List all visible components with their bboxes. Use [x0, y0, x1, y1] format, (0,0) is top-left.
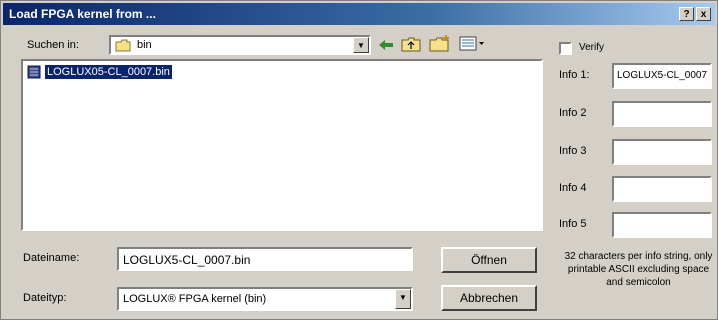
- filename-input[interactable]: LOGLUX5-CL_0007.bin: [117, 247, 413, 271]
- help-button[interactable]: ?: [679, 7, 694, 21]
- verify-checkbox[interactable]: [559, 42, 572, 55]
- info-1-label: Info 1:: [559, 69, 590, 81]
- filename-label: Dateiname:: [23, 252, 80, 264]
- filetype-dropdown-button[interactable]: ▼: [395, 289, 411, 309]
- dialog-title: Load FPGA kernel from ...: [9, 7, 156, 21]
- cancel-button[interactable]: Abbrechen: [441, 285, 537, 311]
- folder-icon: [115, 39, 131, 52]
- view-menu-icon[interactable]: [459, 36, 485, 51]
- info-4-input[interactable]: [612, 176, 712, 202]
- info-note: 32 characters per info string, only prin…: [564, 251, 713, 288]
- info-3-label: Info 3: [559, 145, 587, 157]
- load-kernel-dialog: Load FPGA kernel from ... ? x Suchen in:…: [0, 0, 718, 320]
- up-folder-icon[interactable]: [401, 36, 421, 52]
- info-5-input[interactable]: [612, 212, 712, 238]
- close-button[interactable]: x: [696, 7, 711, 21]
- look-in-label: Suchen in:: [27, 39, 79, 51]
- info-2-input[interactable]: [612, 101, 712, 127]
- look-in-dropdown[interactable]: bin ▼: [109, 35, 371, 55]
- filename-value: LOGLUX5-CL_0007.bin: [123, 253, 251, 267]
- open-button[interactable]: Öffnen: [441, 247, 537, 273]
- file-icon: [27, 65, 41, 79]
- info-2-label: Info 2: [559, 107, 587, 119]
- filetype-dropdown[interactable]: LOGLUX® FPGA kernel (bin) ▼: [117, 287, 413, 311]
- file-list[interactable]: LOGLUX05-CL_0007.bin: [21, 59, 543, 231]
- back-arrow-icon[interactable]: [377, 38, 395, 52]
- filetype-label: Dateityp:: [23, 292, 67, 304]
- file-name: LOGLUX05-CL_0007.bin: [45, 65, 172, 79]
- verify-label: Verify: [579, 42, 605, 53]
- new-folder-icon[interactable]: [429, 34, 451, 52]
- info-3-input[interactable]: [612, 139, 712, 165]
- info-1-input[interactable]: LOGLUX5-CL_0007: [612, 63, 712, 89]
- info-4-label: Info 4: [559, 182, 587, 194]
- look-in-dropdown-button[interactable]: ▼: [353, 37, 369, 53]
- info-5-label: Info 5: [559, 218, 587, 230]
- look-in-value: bin: [137, 39, 152, 51]
- filetype-value: LOGLUX® FPGA kernel (bin): [123, 293, 267, 305]
- title-bar: Load FPGA kernel from ... ? x: [3, 3, 715, 25]
- info-1-value: LOGLUX5-CL_0007: [617, 70, 708, 81]
